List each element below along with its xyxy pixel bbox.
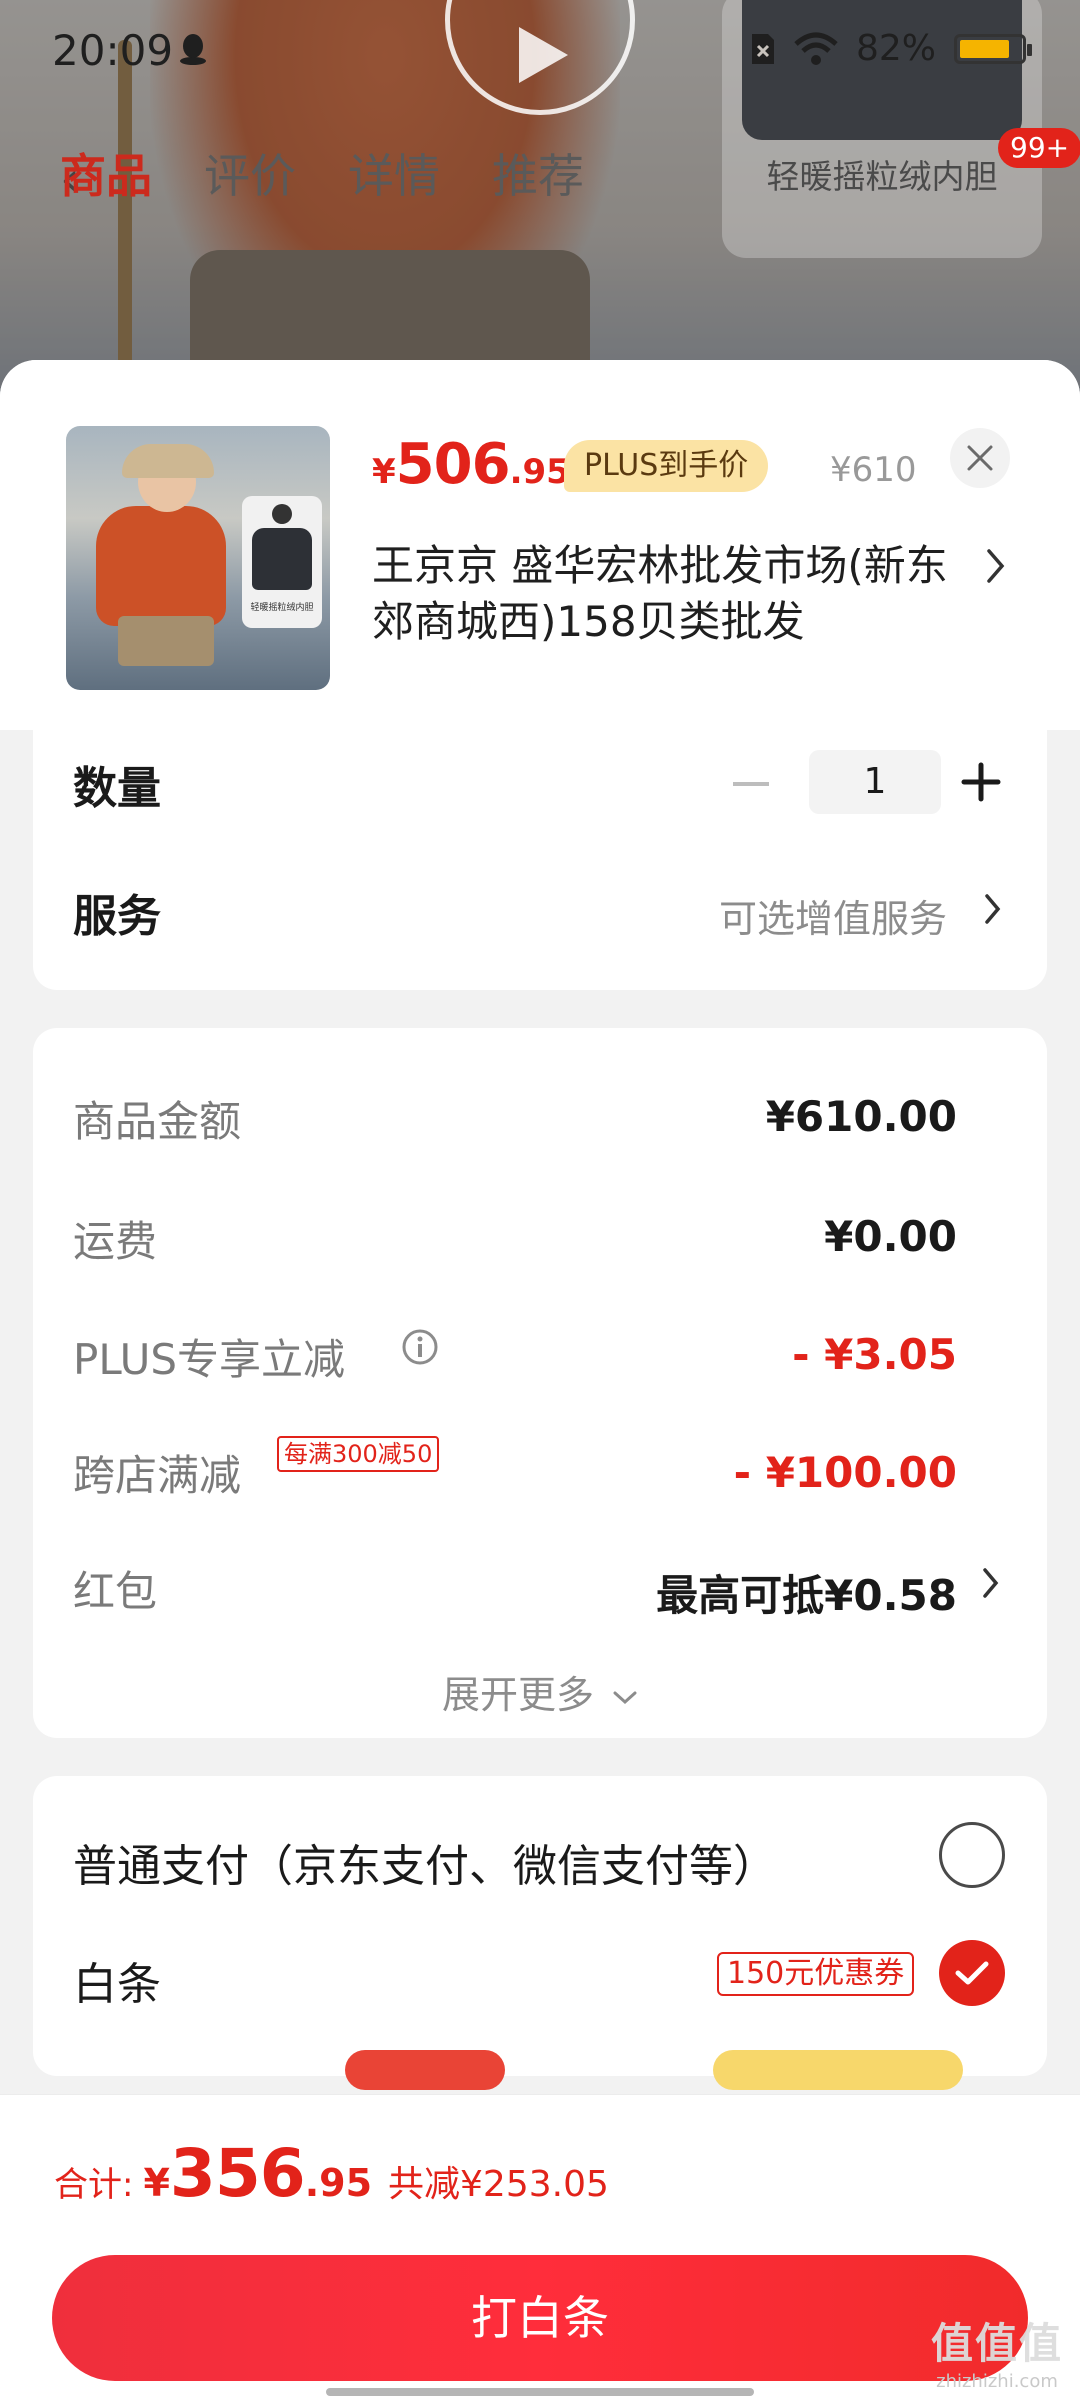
normal-payment-radio[interactable] bbox=[939, 1822, 1005, 1888]
close-icon bbox=[967, 445, 993, 471]
product-price: ¥ 506 .95 bbox=[372, 432, 570, 497]
inset-card-text: 轻暖摇粒绒内胆 bbox=[250, 603, 314, 613]
status-time: 20:09 bbox=[52, 26, 174, 75]
plus-price-badge: PLUS到手价 bbox=[564, 440, 769, 492]
quantity-increment-button[interactable] bbox=[961, 762, 1001, 802]
info-icon[interactable] bbox=[401, 1328, 439, 1366]
red-packet-label: 红包 bbox=[73, 1567, 158, 1616]
watermark-main: 值值值 bbox=[930, 2319, 1063, 2368]
original-price: ¥610 bbox=[830, 450, 917, 490]
product-image-shorts bbox=[118, 616, 214, 666]
submit-baitiao-button[interactable]: 打白条 bbox=[52, 2255, 1028, 2381]
status-right: 82% bbox=[750, 28, 1032, 69]
price-integer: 506 bbox=[395, 432, 511, 497]
baitiao-radio[interactable] bbox=[939, 1940, 1005, 2006]
variant-thumbnail-label: 轻暖摇粒绒内胆 bbox=[766, 157, 998, 196]
service-label: 服务 bbox=[73, 891, 161, 942]
close-button[interactable] bbox=[950, 428, 1010, 488]
installment-tag-peek bbox=[713, 2050, 963, 2090]
chevron-right-icon[interactable] bbox=[983, 892, 1003, 926]
total-label: 合计: bbox=[54, 2165, 134, 2205]
total-integer: 356 bbox=[169, 2135, 306, 2212]
expand-more-label: 展开更多 bbox=[441, 1673, 594, 1717]
chevron-right-icon[interactable] bbox=[984, 546, 1008, 586]
tab-goods: 商品 bbox=[60, 149, 152, 203]
sim-icon bbox=[751, 33, 774, 64]
cross-store-label: 跨店满减 bbox=[73, 1451, 242, 1500]
watermark-logo: 值值值 zhizhizhi.com bbox=[922, 2310, 1072, 2392]
order-total: 合计: ¥ 356 .95 共减¥253.05 bbox=[54, 2135, 609, 2212]
battery-percent: 82% bbox=[855, 28, 936, 69]
total-saved: 共减¥253.05 bbox=[388, 2164, 609, 2205]
quantity-decrement-button[interactable] bbox=[733, 782, 769, 786]
chevron-down-icon bbox=[613, 1691, 637, 1704]
check-icon bbox=[955, 1961, 989, 1985]
wifi-icon bbox=[794, 32, 838, 65]
baitiao-coupon-tag: 150元优惠券 bbox=[717, 1952, 915, 1996]
inset-card-dot bbox=[272, 504, 292, 524]
tab-reviews: 评价 bbox=[204, 149, 296, 203]
quantity-input[interactable]: 1 bbox=[809, 750, 941, 814]
expand-more-button[interactable]: 展开更多 bbox=[33, 1664, 1047, 1719]
installment-tag-peek bbox=[345, 2050, 505, 2090]
goods-amount-value: ¥610.00 bbox=[765, 1092, 957, 1141]
price-decimal: .95 bbox=[509, 452, 570, 492]
store-name[interactable]: 王京京 盛华宏林批发市场(新东郊商城西)158贝类批发 bbox=[372, 538, 972, 650]
total-symbol: ¥ bbox=[143, 2161, 170, 2205]
qq-notification-icon bbox=[180, 34, 206, 65]
tab-recommend: 推荐 bbox=[492, 149, 584, 203]
plus-discount-label: PLUS专享立减 bbox=[73, 1335, 346, 1384]
goods-amount-label: 商品金额 bbox=[73, 1097, 242, 1146]
baitiao-label[interactable]: 白条 bbox=[73, 1948, 161, 2012]
total-decimal: .95 bbox=[304, 2161, 373, 2205]
cross-store-tag: 每满300减50 bbox=[277, 1436, 440, 1472]
battery-fill bbox=[960, 39, 1010, 58]
battery-icon bbox=[954, 33, 1032, 64]
plus-discount-value: - ¥3.05 bbox=[792, 1330, 957, 1379]
home-indicator[interactable] bbox=[326, 2388, 754, 2396]
red-packet-value[interactable]: 最高可抵¥0.58 bbox=[656, 1562, 957, 1623]
page-tabs: 商品 评价 详情 推荐 bbox=[60, 140, 584, 206]
product-image-hat bbox=[122, 444, 214, 478]
chevron-right-icon[interactable] bbox=[981, 1566, 1001, 1600]
watermark-sub: zhizhizhi.com bbox=[936, 2371, 1058, 2392]
price-symbol: ¥ bbox=[372, 452, 396, 492]
product-image-jacket bbox=[96, 506, 226, 626]
normal-payment-label[interactable]: 普通支付（京东支付、微信支付等） bbox=[73, 1830, 777, 1894]
inset-card-jacket bbox=[252, 528, 312, 590]
shipping-value: ¥0.00 bbox=[824, 1212, 957, 1261]
payment-method-card: 普通支付（京东支付、微信支付等） 白条 150元优惠券 bbox=[33, 1776, 1047, 2090]
product-image[interactable]: 轻暖摇粒绒内胆 bbox=[66, 426, 330, 690]
quantity-label: 数量 bbox=[73, 763, 161, 814]
shipping-label: 运费 bbox=[73, 1217, 158, 1266]
tab-details: 详情 bbox=[348, 149, 440, 203]
product-image-inset-card: 轻暖摇粒绒内胆 bbox=[242, 496, 322, 628]
count-badge: 99+ bbox=[998, 128, 1080, 168]
cross-store-value: - ¥100.00 bbox=[733, 1448, 957, 1497]
checkout-footer: 合计: ¥ 356 .95 共减¥253.05 打白条 bbox=[0, 2094, 1080, 2400]
service-value[interactable]: 可选增值服务 bbox=[719, 888, 947, 943]
quantity-service-card: 数量 1 服务 可选增值服务 bbox=[33, 730, 1047, 990]
fee-breakdown-card: 商品金额 ¥610.00 运费 ¥0.00 PLUS专享立减 - ¥3.05 跨… bbox=[33, 1028, 1047, 1738]
status-bar: 20:09 82% bbox=[0, 0, 1080, 100]
product-header: 轻暖摇粒绒内胆 ¥ 506 .95 PLUS到手价 ¥610 王京京 盛华宏林批… bbox=[0, 360, 1080, 730]
